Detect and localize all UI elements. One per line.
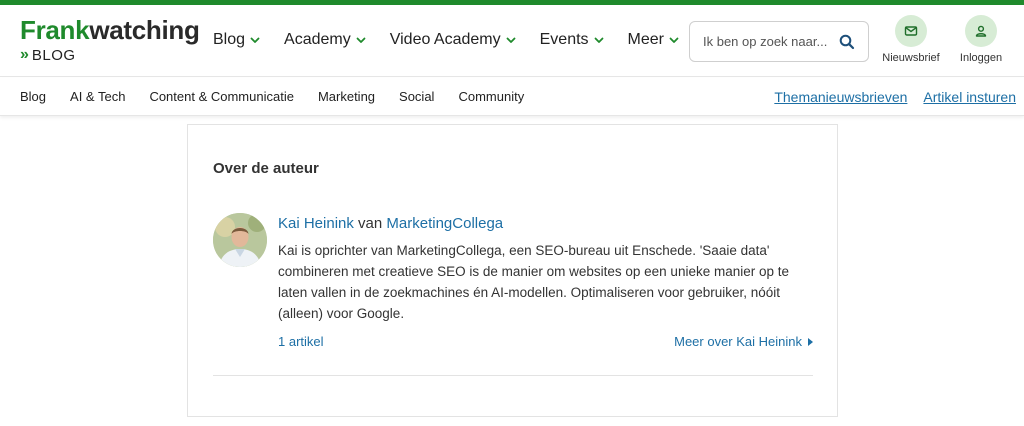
frankwatching-logo[interactable]: Frankwatching » BLOG (20, 15, 200, 67)
divider (213, 375, 813, 376)
logo-wordmark: Frankwatching (20, 15, 200, 45)
category-nav: Blog AI & Tech Content & Communicatie Ma… (0, 78, 1024, 116)
category-right-links: Themanieuwsbrieven Artikel insturen (758, 89, 1016, 105)
themanieuwsbrieven-link[interactable]: Themanieuwsbrieven (774, 89, 907, 105)
nav-item-label: Academy (284, 31, 351, 48)
artikel-insturen-link[interactable]: Artikel insturen (923, 89, 1016, 105)
logo-part-frank: Frank (20, 15, 90, 45)
category-item-blog[interactable]: Blog (20, 89, 46, 104)
avatar[interactable] (213, 213, 267, 267)
chevron-down-icon (506, 37, 516, 43)
category-links: Blog AI & Tech Content & Communicatie Ma… (20, 89, 548, 104)
author-name-line: Kai Heinink van MarketingCollega (278, 215, 813, 232)
double-chevron-icon: » (20, 46, 29, 63)
more-about-author-link[interactable]: Meer over Kai Heinink (674, 334, 813, 349)
nav-item-label: Meer (627, 31, 664, 48)
nav-item-label: Video Academy (389, 31, 501, 48)
login-label: Inloggen (959, 52, 1003, 64)
logo-subtitle: » BLOG (20, 46, 190, 64)
chevron-down-icon (356, 37, 366, 43)
company-link[interactable]: MarketingCollega (386, 215, 503, 232)
site-header: Frankwatching » BLOG Blog Academy Video … (0, 5, 1024, 77)
chevron-down-icon (250, 37, 260, 43)
nav-item-video-academy[interactable]: Video Academy (390, 31, 517, 49)
nav-item-label: Blog (213, 31, 246, 48)
search-input[interactable] (703, 34, 838, 49)
chevron-down-icon (594, 37, 603, 43)
user-icon (975, 25, 987, 37)
nav-item-meer[interactable]: Meer (628, 31, 680, 49)
mail-icon (904, 26, 918, 36)
author-info: Kai Heinink van MarketingCollega Kai is … (278, 215, 813, 349)
author-photo (213, 213, 267, 267)
newsletter-label: Nieuwsbrief (882, 52, 940, 64)
nav-item-events[interactable]: Events (540, 31, 605, 49)
logo-part-watching: watching (89, 15, 200, 45)
author-bio: Kai is oprichter van MarketingCollega, e… (278, 243, 790, 321)
category-item-ai-tech[interactable]: AI & Tech (70, 89, 125, 104)
category-item-marketing[interactable]: Marketing (318, 89, 375, 104)
author-card-heading: Over de auteur (213, 160, 319, 177)
logo-blog-label: BLOG (31, 46, 76, 64)
author-meta: 1 artikel Meer over Kai Heinink (278, 334, 813, 349)
author-card: Over de auteur Kai Heinink van Marketing… (187, 124, 838, 417)
more-about-author-label: Meer over Kai Heinink (674, 334, 802, 349)
category-item-community[interactable]: Community (458, 89, 524, 104)
author-name-link[interactable]: Kai Heinink (278, 215, 354, 232)
nav-item-blog[interactable]: Blog (213, 31, 261, 49)
login-icon-circle (965, 15, 997, 47)
newsletter-button[interactable]: Nieuwsbrief (881, 15, 941, 64)
caret-right-icon (808, 337, 813, 346)
main-nav: Blog Academy Video Academy Events Meer (213, 31, 703, 49)
category-item-social[interactable]: Social (399, 89, 434, 104)
newsletter-icon-circle (895, 15, 927, 47)
chevron-down-icon (669, 37, 679, 43)
article-count-link[interactable]: 1 artikel (278, 334, 324, 349)
nav-item-academy[interactable]: Academy (284, 31, 367, 49)
search-icon[interactable] (839, 34, 855, 50)
login-button[interactable]: Inloggen (951, 15, 1011, 64)
search-box (689, 21, 869, 62)
author-connector: van (358, 215, 387, 232)
nav-item-label: Events (539, 31, 589, 48)
category-item-content-communicatie[interactable]: Content & Communicatie (149, 89, 294, 104)
